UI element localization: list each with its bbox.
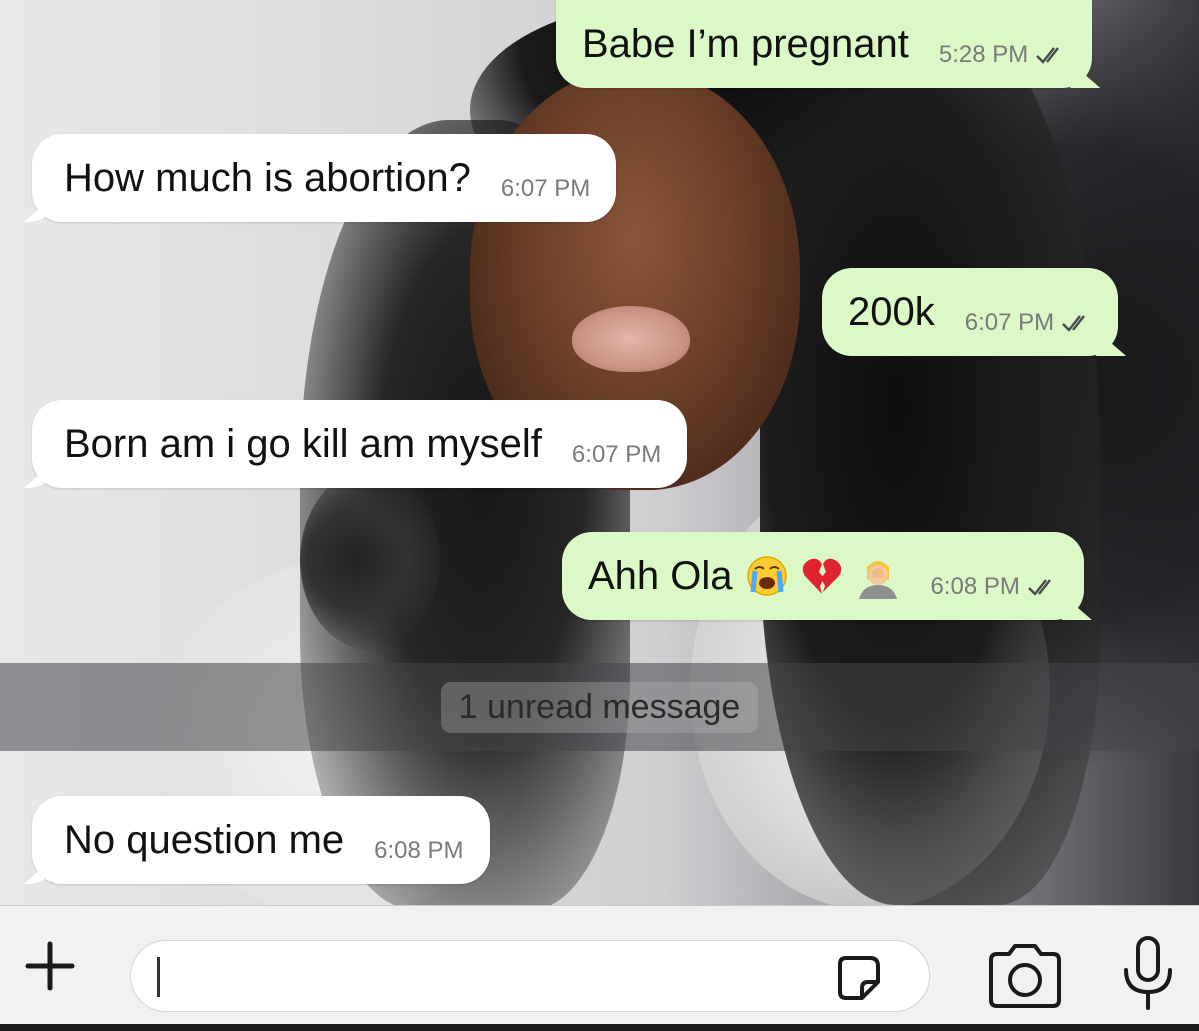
message-meta: 6:07 PM bbox=[965, 309, 1092, 337]
message-bubble-outgoing[interactable]: Ahh Ola 6:08 PM bbox=[562, 532, 1084, 620]
message-meta: 5:28 PM bbox=[939, 41, 1066, 69]
microphone-icon[interactable] bbox=[1118, 934, 1178, 1014]
message-timestamp: 6:08 PM bbox=[374, 837, 464, 864]
plus-icon[interactable] bbox=[18, 934, 82, 998]
message-text: Ahh Ola bbox=[588, 553, 733, 598]
message-bubble-outgoing[interactable]: Babe I’m pregnant 5:28 PM bbox=[556, 0, 1093, 88]
message-timestamp: 5:28 PM bbox=[938, 41, 1029, 68]
message-timestamp: 6:07 PM bbox=[571, 441, 662, 468]
message-text: 200k bbox=[848, 289, 935, 334]
text-cursor bbox=[157, 957, 160, 997]
message-bubble-incoming[interactable]: How much is abortion? 6:07 PM bbox=[32, 134, 617, 222]
wallpaper-shape bbox=[572, 306, 690, 372]
broken-heart-icon bbox=[802, 558, 841, 594]
message-text: No question me bbox=[64, 817, 345, 862]
message-bubble-outgoing[interactable]: 200k 6:07 PM bbox=[822, 268, 1119, 356]
message-text: How much is abortion? bbox=[64, 155, 471, 200]
double-check-icon bbox=[1028, 579, 1051, 596]
unread-banner: 1 unread message bbox=[0, 663, 1199, 751]
message-meta: 6:08 PM bbox=[931, 573, 1058, 601]
unread-banner-label: 1 unread message bbox=[440, 681, 759, 733]
sticker-icon[interactable] bbox=[832, 952, 884, 1004]
screen-edge bbox=[0, 1024, 1199, 1031]
message-text: Babe I’m pregnant bbox=[582, 21, 909, 66]
message-meta: 6:08 PM bbox=[374, 837, 463, 865]
message-bubble-incoming[interactable]: Born am i go kill am myself 6:07 PM bbox=[32, 400, 688, 488]
double-check-icon bbox=[1062, 315, 1086, 332]
message-meta: 6:07 PM bbox=[572, 441, 661, 469]
loudly-crying-face-icon bbox=[746, 556, 787, 596]
wallpaper-shape bbox=[300, 470, 440, 650]
message-timestamp: 6:07 PM bbox=[500, 175, 591, 202]
message-timestamp: 6:08 PM bbox=[930, 573, 1020, 600]
message-text: Born am i go kill am myself bbox=[64, 421, 542, 466]
message-timestamp: 6:07 PM bbox=[964, 309, 1055, 336]
double-check-icon bbox=[1036, 47, 1060, 64]
person-facepalming-icon bbox=[858, 561, 897, 599]
message-meta: 6:07 PM bbox=[501, 175, 590, 203]
message-bubble-incoming[interactable]: No question me 6:08 PM bbox=[32, 796, 490, 884]
message-input[interactable] bbox=[130, 940, 930, 1012]
camera-icon[interactable] bbox=[985, 940, 1065, 1012]
